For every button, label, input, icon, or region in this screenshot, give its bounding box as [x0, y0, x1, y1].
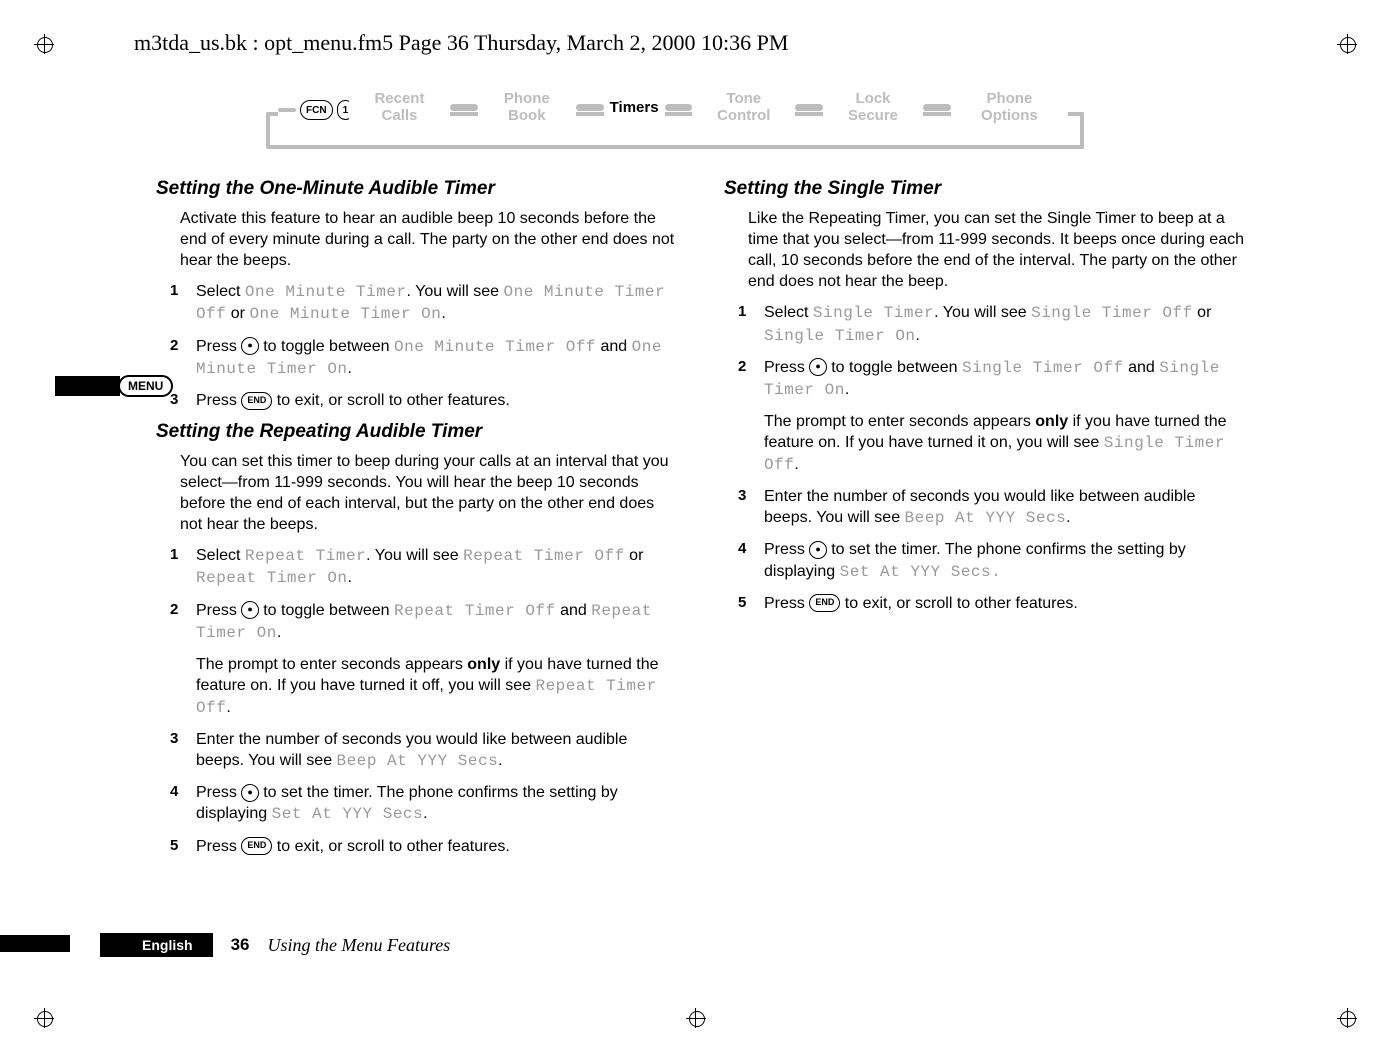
- running-header: m3tda_us.bk : opt_menu.fm5 Page 36 Thurs…: [134, 30, 788, 56]
- list-item: 1Select One Minute Timer. You will see O…: [170, 281, 676, 325]
- nav-item: Phone Options: [951, 90, 1068, 125]
- aux-note: The prompt to enter seconds appears only…: [196, 654, 676, 719]
- heading-single-timer: Setting the Single Timer: [724, 178, 1244, 200]
- nav-separator-icon: [576, 104, 604, 111]
- footer-page-number: 36: [231, 935, 250, 955]
- end-key-icon: END: [809, 594, 840, 612]
- list-item: 4Press ● to set the timer. The phone con…: [170, 782, 676, 825]
- intro-paragraph: Activate this feature to hear an audible…: [180, 208, 676, 271]
- right-column: Setting the Single Timer Like the Repeat…: [724, 178, 1244, 867]
- nav-separator-icon: [795, 104, 823, 111]
- crop-mark-icon: [34, 1008, 54, 1028]
- breadcrumb-nav: FCN 1 Recent Calls Phone Book Timers Ton…: [270, 90, 1070, 175]
- nav-item: Lock Secure: [823, 90, 923, 125]
- footer-page-title: Using the Menu Features: [267, 935, 450, 956]
- page-footer: English 36 Using the Menu Features: [100, 933, 450, 957]
- lcd-text: Repeat Timer Off: [394, 602, 556, 620]
- smart-key-icon: ●: [241, 784, 258, 802]
- list-item: 2Press ● to toggle between Single Timer …: [738, 357, 1244, 401]
- list-item: 3Enter the number of seconds you would l…: [738, 486, 1244, 529]
- crop-mark-icon: [1337, 34, 1357, 54]
- list-item: 3Enter the number of seconds you would l…: [170, 729, 676, 772]
- lcd-text: Single Timer Off: [962, 359, 1124, 377]
- lcd-text: Set At YYY Secs.: [840, 563, 1002, 581]
- list-item: 1Select Single Timer. You will see Singl…: [738, 302, 1244, 346]
- lcd-text: Repeat Timer Off: [463, 547, 625, 565]
- list-item: 1Select Repeat Timer. You will see Repea…: [170, 545, 676, 589]
- list-item: 4Press ● to set the timer. The phone con…: [738, 539, 1244, 582]
- lcd-text: Set At YYY Secs: [272, 805, 424, 823]
- smart-key-icon: ●: [809, 358, 826, 376]
- nav-item-active: Timers: [604, 99, 665, 116]
- aux-note: The prompt to enter seconds appears only…: [764, 411, 1244, 476]
- lcd-text: One Minute Timer On: [249, 305, 441, 323]
- nav-item: Phone Book: [478, 90, 576, 125]
- intro-paragraph: Like the Repeating Timer, you can set th…: [748, 208, 1244, 292]
- nav-separator-icon: [665, 104, 693, 111]
- crop-mark-icon: [1337, 1008, 1357, 1028]
- nav-separator-icon: [450, 104, 478, 111]
- crop-mark-icon: [686, 1008, 706, 1028]
- nav-item: Recent Calls: [349, 90, 450, 125]
- lcd-text: Single Timer Off: [1031, 304, 1193, 322]
- footer-language: English: [100, 933, 213, 957]
- heading-repeat-timer: Setting the Repeating Audible Timer: [156, 421, 676, 443]
- list-item: 5Press END to exit, or scroll to other f…: [170, 836, 676, 857]
- lcd-text: Single Timer: [813, 304, 934, 322]
- list-item: 3Press END to exit, or scroll to other f…: [170, 390, 676, 411]
- left-column: Setting the One-Minute Audible Timer Act…: [156, 178, 676, 867]
- nav-item: Tone Control: [692, 90, 795, 125]
- lcd-text: Repeat Timer On: [196, 569, 348, 587]
- nav-separator-icon: [923, 104, 951, 111]
- list-item: 2Press ● to toggle between One Minute Ti…: [170, 336, 676, 380]
- list-item: 2Press ● to toggle between Repeat Timer …: [170, 600, 676, 644]
- smart-key-icon: ●: [241, 601, 258, 619]
- heading-one-minute-timer: Setting the One-Minute Audible Timer: [156, 178, 676, 200]
- smart-key-icon: ●: [241, 337, 258, 355]
- end-key-icon: END: [241, 837, 272, 855]
- intro-paragraph: You can set this timer to beep during yo…: [180, 451, 676, 535]
- crop-mark-icon: [34, 34, 54, 54]
- lcd-text: Repeat Timer: [245, 547, 366, 565]
- lcd-text: Beep At YYY Secs: [905, 509, 1067, 527]
- end-key-icon: END: [241, 392, 272, 410]
- lcd-text: Beep At YYY Secs: [337, 752, 499, 770]
- smart-key-icon: ●: [809, 541, 826, 559]
- lcd-text: Single Timer On: [764, 327, 916, 345]
- lcd-text: One Minute Timer Off: [394, 338, 596, 356]
- list-item: 5Press END to exit, or scroll to other f…: [738, 593, 1244, 614]
- lcd-text: One Minute Timer: [245, 283, 407, 301]
